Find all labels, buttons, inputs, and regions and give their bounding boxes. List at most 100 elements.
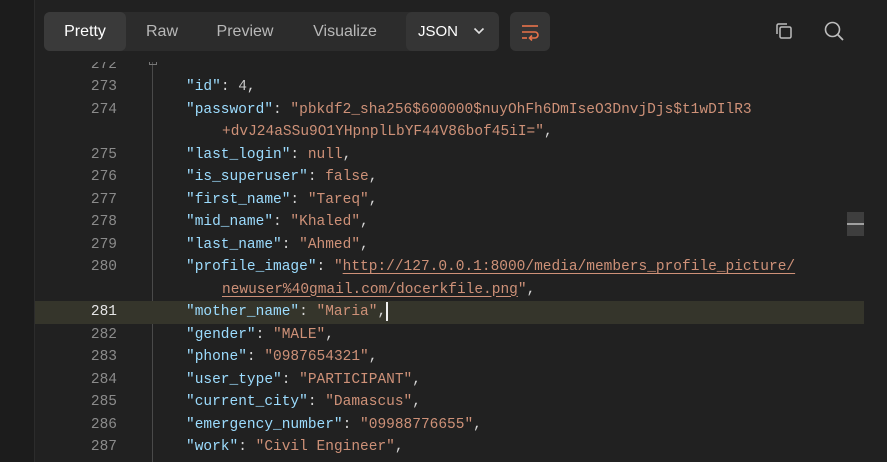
code-line[interactable]: 277 "first_name": "Tareq", [35,189,864,212]
json-punctuation: , [246,79,256,95]
json-string: "0987654321" [264,349,369,365]
json-punctuation: , [394,439,404,455]
code-text: "user_type": "PARTICIPANT", [186,369,421,392]
code-line[interactable]: 273 "id": 4, [35,76,864,99]
code-line[interactable]: 284 "user_type": "PARTICIPANT", [35,369,864,392]
code-line[interactable]: newuser%40gmail.com/docerkfile.png", [35,279,864,302]
code-text: "current_city": "Damascus", [186,391,421,414]
json-punctuation: : [281,371,300,388]
tab-raw[interactable]: Raw [126,12,198,51]
code-line[interactable]: 275 "last_login": null, [35,144,864,167]
json-string: "PARTICIPANT" [299,371,413,388]
json-punctuation: : [299,304,317,320]
json-string: "Damascus" [325,394,413,410]
json-url-link[interactable]: http://127.0.0.1:8000/media/members_prof… [343,259,795,275]
code-text: "work": "Civil Engineer", [186,436,404,459]
json-punctuation: : [290,191,308,208]
json-string: "pbkdf2_sha256$600000$nuyOhFh6DmIseO3Dnv… [290,101,752,118]
json-string: "Ahmed" [299,236,361,253]
json-string: " [517,281,527,298]
json-punctuation: , [360,236,369,253]
response-toolbar: Pretty Raw Preview Visualize JSON [35,0,887,62]
code-line[interactable]: 283 "phone": "0987654321", [35,346,864,369]
code-line[interactable]: 287 "work": "Civil Engineer", [35,436,864,459]
line-number: 281 [90,304,117,320]
code-line[interactable]: 280 "profile_image": "http://127.0.0.1:80… [35,256,864,279]
code-line[interactable]: 286 "emergency_number": "09988776655", [35,414,864,437]
code-line[interactable]: 282 "gender": "MALE", [35,324,864,347]
json-punctuation: : [307,394,326,410]
code-line[interactable]: 288 "martial_status": "SINGLE", [35,459,864,462]
json-punctuation: : [238,439,256,455]
code-line-active[interactable]: 281 "mother_name": "Maria", [35,301,864,324]
json-string: " [333,259,343,275]
code-line[interactable]: 279 "last_name": "Ahmed", [35,234,864,257]
code-editor[interactable]: 272 273 "id": 4, 274 "password": "pbkdf2_sha… [35,62,887,462]
json-punctuation: : [342,416,361,433]
json-literal: null [307,146,343,163]
view-mode-tabs: Pretty Raw Preview Visualize [44,12,432,51]
json-string: "Tareq" [307,191,369,208]
json-punctuation: : [281,236,300,253]
json-key: "mid_name" [186,214,274,230]
json-key: "gender" [186,326,256,343]
search-button[interactable] [821,18,847,44]
line-number: 279 [90,236,117,253]
scrollbar-position-marker [847,223,864,225]
code-line[interactable]: 272 [35,62,864,76]
code-line[interactable]: 285 "current_city": "Damascus", [35,391,864,414]
code-line[interactable]: 274 "password": "pbkdf2_sha256$600000$nuy… [35,99,864,122]
json-punctuation: , [526,281,536,298]
json-key: "is_superuser" [186,169,308,185]
line-number: 277 [90,191,117,208]
copy-icon [776,23,792,39]
line-number: 278 [90,214,117,230]
tab-pretty[interactable]: Pretty [44,12,126,51]
json-key: "work" [186,439,239,455]
line-number: 288 [35,459,117,462]
json-literal: false [325,169,369,185]
wrap-lines-button[interactable] [510,12,550,51]
json-punctuation: : [290,146,308,163]
json-punctuation: , [368,349,378,365]
line-number: 285 [90,394,117,410]
json-punctuation: , [368,191,378,208]
code-text: "id": 4, [186,76,256,99]
code-line[interactable]: +dvJ24aSSu9O1YHpnplLbYF44V86bof45iI=", [35,121,864,144]
json-punctuation: : [246,349,265,365]
json-string: "Civil Engineer" [255,439,395,455]
chevron-down-icon [473,27,485,35]
json-string: "Maria" [316,304,378,320]
line-number: 282 [90,326,117,343]
line-number: 280 [90,259,117,275]
line-number: 284 [90,371,117,388]
json-punctuation: : [273,101,291,118]
json-url-link[interactable]: newuser%40gmail.com/docerkfile.png [222,282,518,298]
scrollbar-track[interactable] [864,62,887,462]
line-number: 286 [90,416,117,433]
json-key: "profile_image" [186,259,317,275]
json-punctuation: : [255,326,274,343]
code-text: "mother_name": "Maria", [186,301,389,324]
code-text: "martial_status": "SINGLE", [186,459,421,462]
response-viewer: Pretty Raw Preview Visualize JSON 272 27… [0,0,887,462]
format-select[interactable]: JSON [406,12,499,51]
copy-button[interactable] [771,18,797,44]
wrap-lines-icon [522,24,539,41]
line-number: 274 [90,101,117,118]
code-text: newuser%40gmail.com/docerkfile.png", [222,279,535,302]
json-punctuation: , [412,394,421,410]
tab-preview[interactable]: Preview [198,12,292,51]
code-line[interactable]: 278 "mid_name": "Khaled", [35,211,864,234]
tab-visualize[interactable]: Visualize [292,12,398,51]
code-text: "first_name": "Tareq", [186,189,377,212]
sidebar-edge [0,0,35,462]
code-text: "is_superuser": false, [186,166,377,189]
code-line[interactable]: 276 "is_superuser": false, [35,166,864,189]
json-punctuation: , [412,371,421,388]
json-key: "last_login" [186,146,291,163]
json-punctuation: : [220,79,239,95]
json-key: "id" [186,79,221,95]
json-string: "MALE" [273,326,326,343]
json-key: "user_type" [186,371,282,388]
